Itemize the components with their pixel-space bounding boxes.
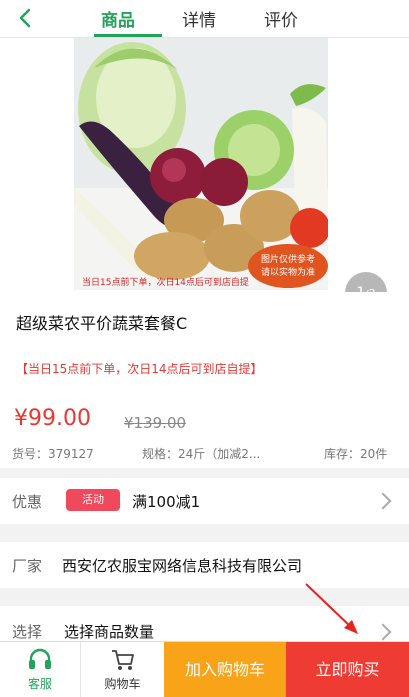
cart-button[interactable]: 购物车 <box>80 642 164 697</box>
sticker-line-2: 请以实物为准 <box>261 266 315 278</box>
vendor-name: 西安亿农服宝网络信息科技有限公司 <box>62 557 303 575</box>
sku-number: 货号：379127 <box>12 447 94 461</box>
vendor-row: 厂家 西安亿农服宝网络信息科技有限公司 <box>0 542 409 588</box>
pickup-notice: 【当日15点前下单，次日14点后可到店自提】 <box>16 362 263 376</box>
shopping-cart-icon <box>112 650 134 670</box>
back-arrow-icon[interactable] <box>12 4 40 32</box>
tab-details[interactable]: 详情 <box>182 6 216 31</box>
product-title: 超级菜农平价蔬菜套餐C <box>16 314 188 333</box>
image-banner-text: 当日15点前下单，次日14点后可到店自提 <box>82 276 249 288</box>
current-price: ¥99.00 <box>14 406 91 431</box>
select-label: 选择 <box>12 623 43 641</box>
promo-badge: 活动 <box>66 489 120 511</box>
tab-product[interactable]: 商品 <box>101 6 135 31</box>
stock-text: 库存：20件 <box>324 447 388 461</box>
active-tab-indicator <box>94 34 162 37</box>
headset-icon <box>29 648 51 669</box>
customer-service-label: 客服 <box>27 677 52 691</box>
tab-reviews[interactable]: 评价 <box>264 6 298 31</box>
top-tab-bar: 商品 详情 评价 <box>0 0 409 38</box>
sticker-line-1: 图片仅供参考 <box>261 253 315 265</box>
cart-label: 购物车 <box>104 677 141 691</box>
original-price: ¥139.00 <box>124 414 187 432</box>
promo-label: 优惠 <box>12 493 43 511</box>
bottom-action-bar: 客服 购物车 加入购物车 立即购买 <box>0 641 409 697</box>
select-quantity-row[interactable]: 选择 选择商品数量 <box>0 606 409 641</box>
add-to-cart-button[interactable]: 加入购物车 <box>164 642 286 697</box>
buy-now-button[interactable]: 立即购买 <box>286 642 409 697</box>
promo-text: 满100减1 <box>132 493 201 511</box>
vendor-label: 厂家 <box>12 557 43 575</box>
spec-text: 规格：24斤（加减2... <box>142 447 261 461</box>
chevron-right-icon <box>374 623 392 641</box>
product-info: 超级菜农平价蔬菜套餐C 【当日15点前下单，次日14点后可到店自提】 ¥99.0… <box>0 292 409 468</box>
promo-row[interactable]: 优惠 活动 满100减1 <box>0 478 409 524</box>
select-text: 选择商品数量 <box>64 623 155 641</box>
chevron-right-icon <box>374 492 392 510</box>
product-image: 图片仅供参考 请以实物为准 当日15点前下单，次日14点后可到店自提 <box>74 38 328 290</box>
product-gallery[interactable]: 图片仅供参考 请以实物为准 当日15点前下单，次日14点后可到店自提 1/3 <box>0 38 409 314</box>
customer-service-button[interactable]: 客服 <box>0 642 80 697</box>
